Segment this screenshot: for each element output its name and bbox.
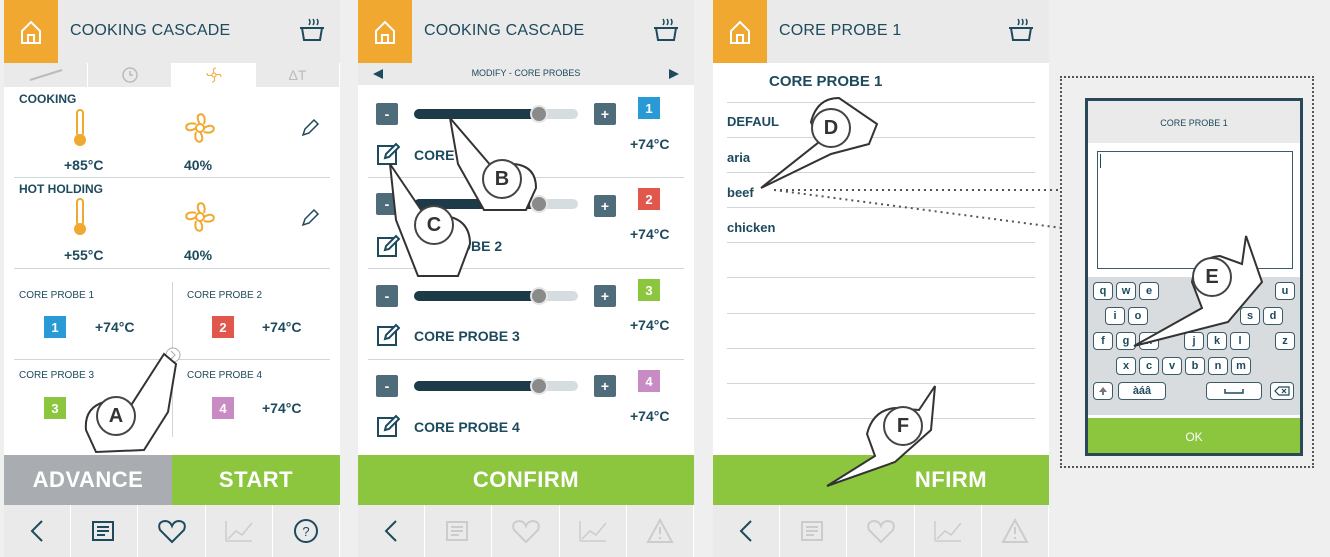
popup-title: CORE PROBE 1	[1160, 118, 1228, 128]
backspace-icon	[1274, 386, 1290, 396]
key[interactable]: c	[1139, 357, 1159, 375]
backspace-key[interactable]	[1270, 382, 1294, 400]
space-key[interactable]	[1206, 382, 1262, 400]
key[interactable]: x	[1116, 357, 1136, 375]
key[interactable]: z	[1275, 332, 1295, 350]
key[interactable]: i	[1105, 307, 1125, 325]
key[interactable]: m	[1231, 357, 1251, 375]
text-cursor	[1100, 154, 1101, 168]
ok-button[interactable]: OK	[1088, 418, 1300, 453]
shift-arrow-icon	[1099, 387, 1107, 395]
key[interactable]: u	[1275, 282, 1295, 300]
key[interactable]: f	[1093, 332, 1113, 350]
key[interactable]: v	[1162, 357, 1182, 375]
key[interactable]: q	[1093, 282, 1113, 300]
step-label-e: E	[1192, 257, 1232, 297]
key[interactable]: n	[1208, 357, 1228, 375]
space-icon	[1224, 389, 1244, 394]
shift-key[interactable]	[1093, 382, 1113, 400]
accent-key[interactable]: àáâ	[1118, 382, 1166, 400]
key[interactable]: b	[1185, 357, 1205, 375]
